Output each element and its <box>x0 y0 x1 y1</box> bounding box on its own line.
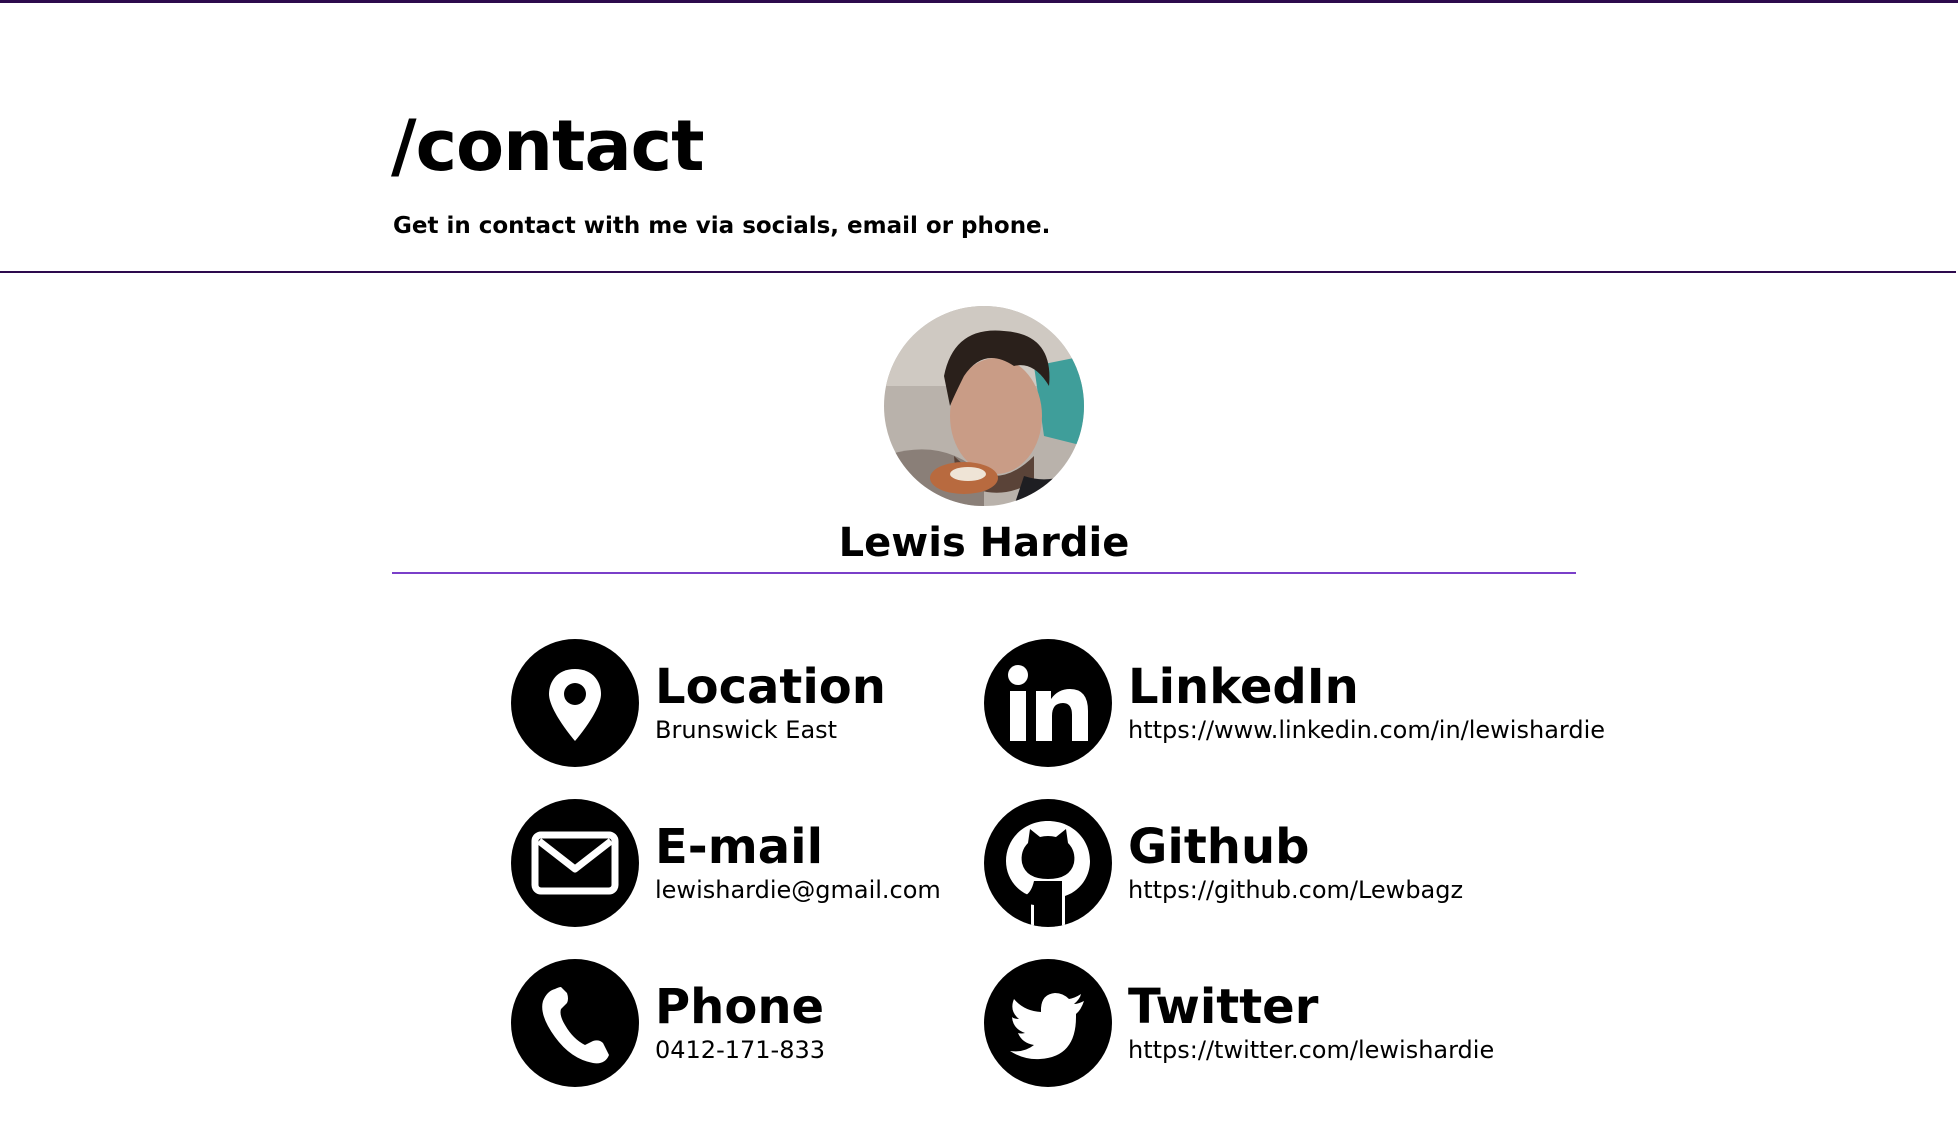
linkedin-link[interactable]: https://www.linkedin.com/in/lewishardie <box>1128 716 1605 744</box>
twitter-icon <box>984 959 1112 1087</box>
profile-name: Lewis Hardie <box>838 520 1130 566</box>
location-label: Location <box>655 658 886 715</box>
twitter-link[interactable]: https://twitter.com/lewishardie <box>1128 1036 1494 1064</box>
divider <box>392 572 1576 574</box>
contact-item-twitter: Twitter https://twitter.com/lewishardie <box>984 959 1494 1087</box>
location-value: Brunswick East <box>655 716 838 745</box>
avatar-photo <box>884 306 1084 506</box>
page-header: /contact Get in contact with me via soci… <box>0 3 1956 273</box>
linkedin-label: LinkedIn <box>1128 658 1359 715</box>
contact-item-phone: Phone 0412-171-833 <box>511 959 825 1087</box>
phone-icon <box>511 959 639 1087</box>
email-link[interactable]: lewishardie@gmail.com <box>655 876 941 904</box>
github-label: Github <box>1128 818 1310 875</box>
page-title: /contact <box>391 105 705 187</box>
twitter-label: Twitter <box>1128 978 1319 1035</box>
contact-item-github: Github https://github.com/Lewbagz <box>984 799 1463 927</box>
envelope-icon <box>511 799 639 927</box>
phone-label: Phone <box>655 978 825 1035</box>
map-pin-icon <box>511 639 639 767</box>
linkedin-icon <box>984 639 1112 767</box>
phone-value[interactable]: 0412-171-833 <box>655 1036 825 1064</box>
contact-item-location: Location Brunswick East <box>511 639 886 767</box>
contact-item-email: E-mail lewishardie@gmail.com <box>511 799 941 927</box>
github-icon <box>984 799 1112 927</box>
contact-item-linkedin: LinkedIn https://www.linkedin.com/in/lew… <box>984 639 1605 767</box>
page-subtitle: Get in contact with me via socials, emai… <box>393 213 1051 239</box>
github-link[interactable]: https://github.com/Lewbagz <box>1128 876 1463 904</box>
email-label: E-mail <box>655 818 824 875</box>
avatar <box>884 306 1084 506</box>
